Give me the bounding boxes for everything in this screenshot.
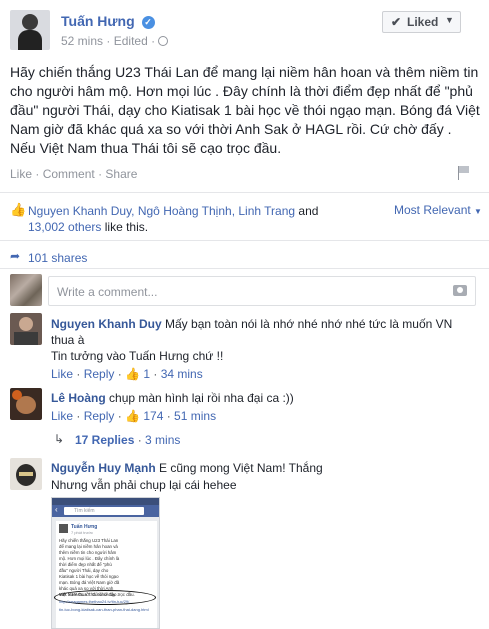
share-action[interactable]: Share	[105, 167, 137, 181]
reply-arrow-icon: ↳	[54, 432, 65, 446]
post-author-row: Tuấn Hưng ✓	[61, 13, 155, 29]
thumb-text: Hãy chiến thắng U23 Thái Lan để mang lại…	[59, 538, 120, 597]
comment-like-button[interactable]: Like	[51, 367, 73, 381]
comment-reply-button[interactable]: Reply	[84, 367, 115, 381]
comment: Lê Hoàng chụp màn hình lại rồi nha đại c…	[51, 390, 476, 406]
chevron-down-icon: ▼	[445, 15, 454, 25]
comment-actions: Like · Reply · 👍 1 · 34 mins	[51, 367, 203, 381]
globe-icon	[158, 36, 169, 46]
thumbs-up-icon: 👍	[10, 202, 27, 217]
current-user-avatar	[10, 274, 42, 306]
comment-text-line2: Nhưng vẫn phải chụp lại cái hehee	[51, 478, 237, 492]
post-meta: 52 mins · Edited ·	[61, 34, 169, 48]
flag-icon[interactable]	[458, 166, 470, 180]
verified-badge-icon: ✓	[141, 16, 155, 29]
post-body-text: Hãy chiến thắng U23 Thái Lan để mang lại…	[10, 64, 480, 156]
comment-attachment-image[interactable]: ‹ Tìm kiếm Tuấn Hưng 7 phút trước Hãy ch…	[51, 497, 160, 629]
thumb-back-icon: ‹	[55, 505, 58, 514]
likers-others[interactable]: 13,002 others	[28, 220, 101, 234]
comment-text: chụp màn hình lại rồi nha đại ca :))	[109, 391, 294, 405]
commenter-avatar[interactable]	[10, 458, 42, 490]
thumb-search-box: Tìm kiếm	[64, 507, 144, 515]
like-action[interactable]: Like	[10, 167, 32, 181]
checkmark-icon: ✔	[391, 15, 402, 29]
divider	[0, 240, 489, 241]
share-icon: ➦	[10, 249, 21, 263]
thumbs-up-icon: 👍	[125, 409, 140, 423]
comment-time[interactable]: 51 mins	[174, 409, 216, 423]
comment-author[interactable]: Nguyễn Huy Mạnh	[51, 461, 156, 475]
thumbs-up-icon: 👍	[125, 367, 140, 381]
comment-like-count[interactable]: 174	[143, 409, 163, 423]
sort-most-relevant[interactable]: Most Relevant ▼	[394, 203, 482, 217]
camera-icon[interactable]	[453, 285, 467, 296]
view-replies-link[interactable]: 17 Replies	[75, 433, 134, 447]
view-replies: 17 Replies · 3 mins	[75, 433, 181, 447]
likers-names[interactable]: Nguyen Khanh Duy, Ngô Hoàng Thịnh, Linh …	[28, 204, 295, 218]
liked-button[interactable]: ✔ Liked ▼	[382, 11, 461, 33]
thumb-link: tin-tuc-bong-kiatisak-can-than-phan-thai…	[59, 607, 149, 612]
post-author-avatar[interactable]	[10, 10, 50, 50]
post-time[interactable]: 52 mins	[61, 34, 103, 48]
comment-author[interactable]: Nguyen Khanh Duy	[51, 317, 162, 331]
post-author-name[interactable]: Tuấn Hưng	[61, 13, 135, 29]
thumb-link: http://seagames.thethao24.tv/tin-tuc/29/…	[59, 599, 133, 604]
liked-label: Liked	[407, 15, 439, 29]
comment-input-placeholder: Write a comment...	[57, 285, 158, 299]
comment-like-count[interactable]: 1	[143, 367, 150, 381]
comment-input[interactable]: Write a comment...	[48, 276, 476, 306]
comment-reply-button[interactable]: Reply	[84, 409, 115, 423]
replies-time[interactable]: 3 mins	[145, 433, 180, 447]
divider	[0, 268, 489, 269]
comment: Nguyễn Huy Mạnh E cũng mong Việt Nam! Th…	[51, 460, 476, 476]
comment-like-button[interactable]: Like	[51, 409, 73, 423]
shares-count[interactable]: 101 shares	[28, 251, 87, 265]
post-edited[interactable]: Edited	[114, 34, 148, 48]
comment-time[interactable]: 34 mins	[161, 367, 203, 381]
comment-author[interactable]: Lê Hoàng	[51, 391, 106, 405]
comment-action[interactable]: Comment	[43, 167, 95, 181]
thumb-highlight: Việt Nam thua Thái tôi sẽ cạo trọc đầu.	[59, 592, 135, 597]
comment: Nguyen Khanh Duy Mấy bạn toàn nói là nhớ…	[51, 316, 476, 348]
thumb-meta: 7 phút trước	[71, 530, 93, 535]
likes-summary: Nguyen Khanh Duy, Ngô Hoàng Thịnh, Linh …	[28, 204, 319, 234]
post-actions: Like · Comment · Share	[10, 167, 138, 181]
comment-actions: Like · Reply · 👍 174 · 51 mins	[51, 409, 217, 423]
comment-text: E cũng mong Việt Nam! Thắng	[159, 461, 323, 475]
comment-text-line2: Tin tưởng vào Tuấn Hưng chứ !!	[51, 349, 224, 363]
commenter-avatar[interactable]	[10, 388, 42, 420]
divider	[0, 192, 489, 193]
thumb-avatar	[59, 524, 68, 533]
commenter-avatar[interactable]	[10, 313, 42, 345]
caret-down-icon: ▼	[474, 207, 482, 216]
